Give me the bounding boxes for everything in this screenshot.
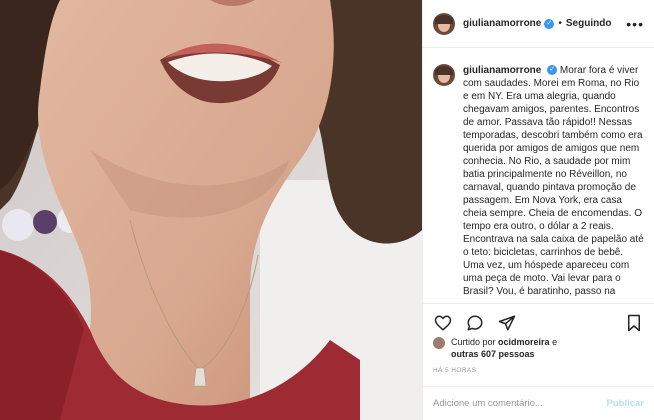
caption-text: giulianamorrone ✓ Morar fora é viver com…	[463, 64, 644, 302]
post-timestamp[interactable]: HÁ 5 HORAS	[433, 367, 476, 374]
more-options-icon[interactable]: •••	[626, 16, 644, 32]
caption-author-avatar[interactable]	[433, 64, 455, 86]
post-photo[interactable]	[0, 0, 422, 420]
verified-badge-icon: ✓	[547, 65, 558, 76]
publish-button[interactable]: Publicar	[607, 398, 645, 409]
caption-block: giulianamorrone ✓ Morar fora é viver com…	[433, 64, 644, 302]
bookmark-icon[interactable]	[624, 313, 644, 333]
post-header: giulianamorrone ✓ • Seguindo •••	[423, 0, 654, 48]
comment-bar: Adicione um comentário... Publicar	[423, 386, 654, 420]
comment-input[interactable]: Adicione um comentário...	[433, 398, 543, 409]
heart-icon[interactable]	[433, 313, 453, 333]
comment-icon[interactable]	[465, 313, 485, 333]
separator-dot: •	[558, 18, 562, 29]
following-button[interactable]: Seguindo	[566, 18, 612, 29]
likes-joiner: e	[552, 337, 558, 347]
likes-text: Curtido por ocidmoreira e outras 607 pes…	[451, 336, 557, 360]
caption-body: Morar fora é viver com saudades. Morei e…	[463, 65, 644, 297]
likes-others-link[interactable]: outras 607 pessoas	[451, 349, 535, 359]
verified-badge-icon: ✓	[544, 18, 555, 29]
share-icon[interactable]	[497, 313, 517, 333]
author-username[interactable]: giulianamorrone	[463, 18, 541, 29]
likes-summary: Curtido por ocidmoreira e outras 607 pes…	[433, 336, 557, 360]
liker-avatar[interactable]	[433, 337, 445, 349]
liker-username[interactable]: ocidmoreira	[498, 337, 550, 347]
post-side-panel: giulianamorrone ✓ • Seguindo ••• giulian…	[422, 0, 654, 420]
likes-prefix: Curtido por	[451, 337, 496, 347]
post-photo-image	[0, 0, 422, 420]
caption-username[interactable]: giulianamorrone	[463, 65, 541, 76]
author-avatar[interactable]	[433, 12, 455, 35]
